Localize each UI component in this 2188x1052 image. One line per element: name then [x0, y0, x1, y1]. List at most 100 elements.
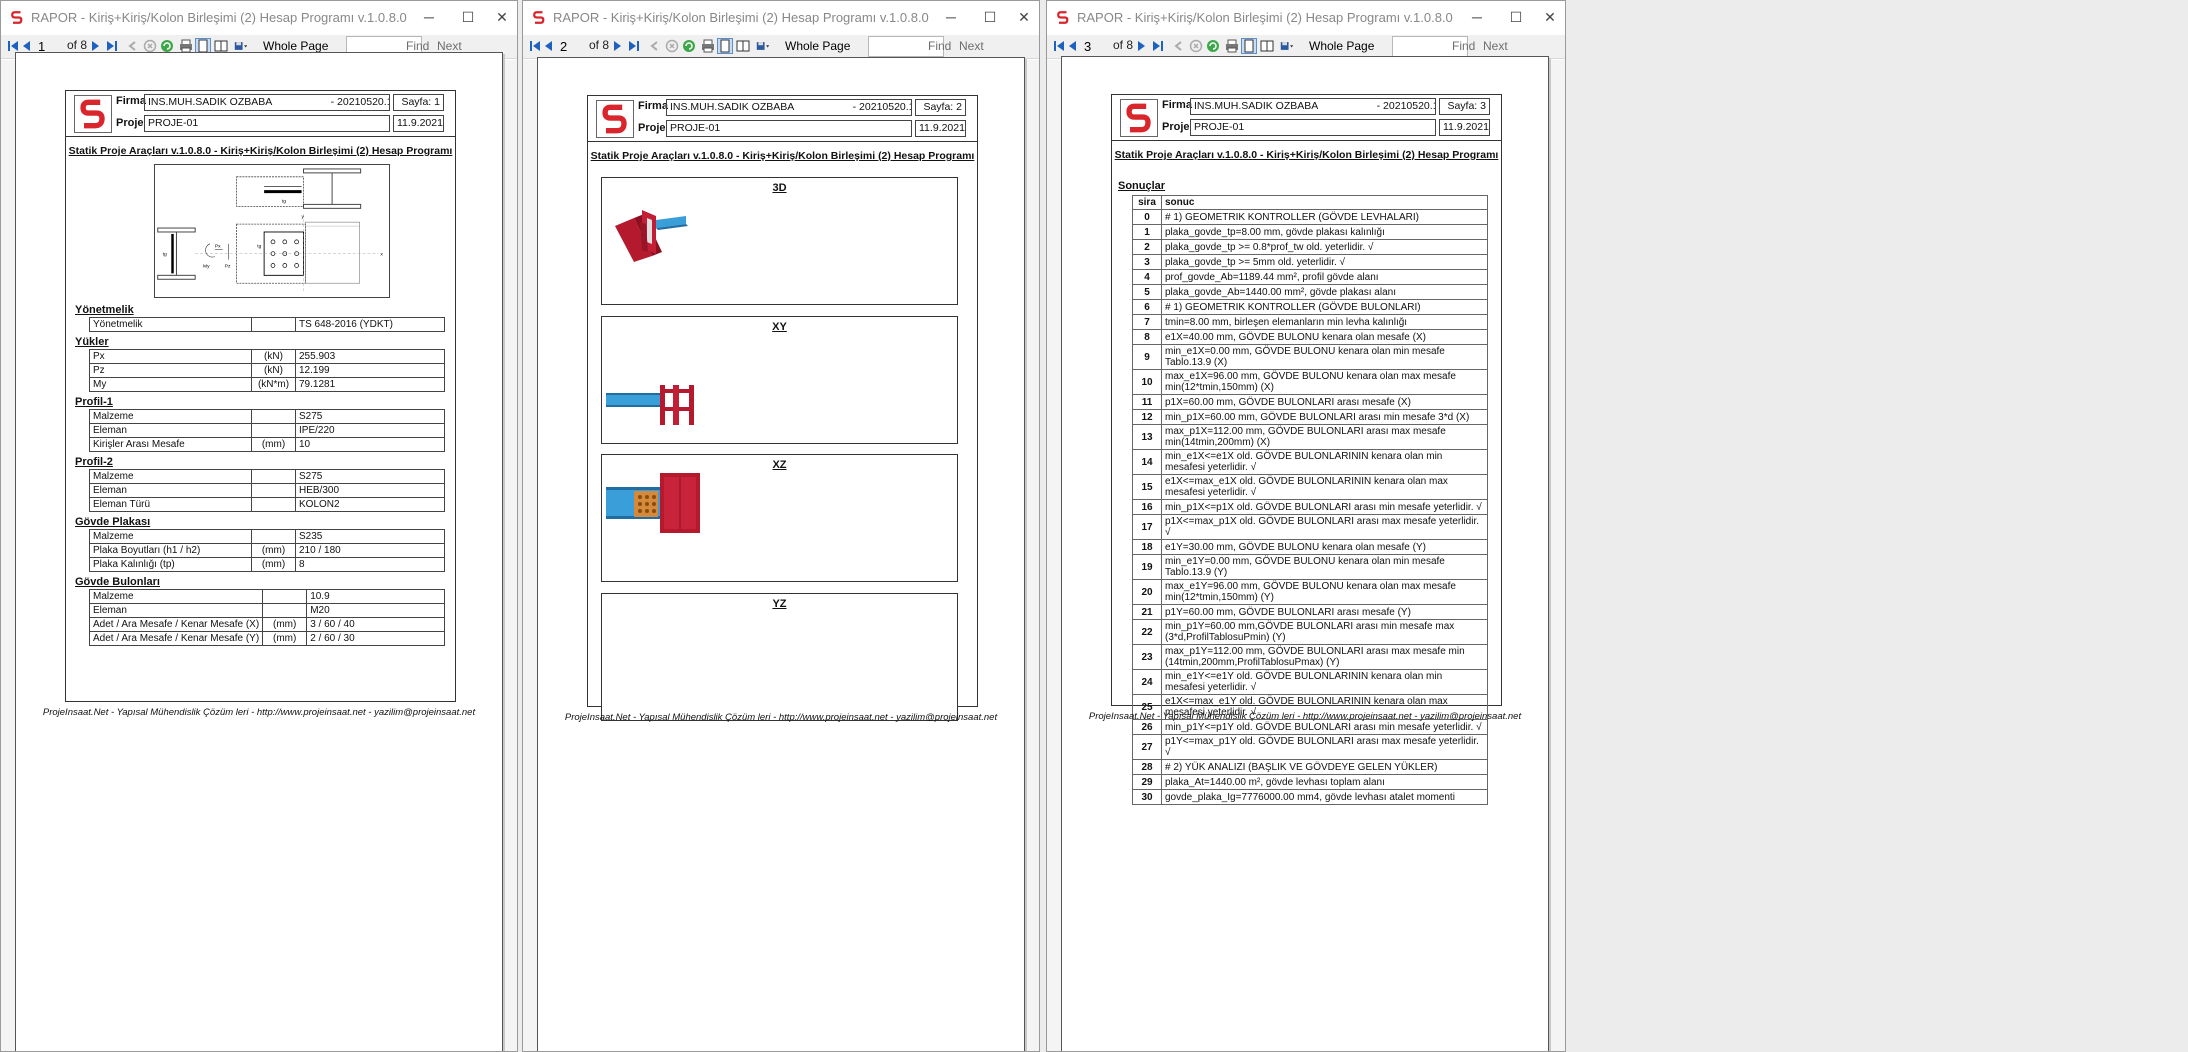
- stop-icon[interactable]: [664, 38, 680, 54]
- page-frame: Firma Proje INS.MUH.SADIK OZBABA - 20210…: [65, 90, 456, 702]
- report-header: Firma Proje INS.MUH.SADIK OZBABA - 20210…: [66, 91, 455, 137]
- report-page: Firma Proje INS.MUH.SADIK OZBABA - 20210…: [1061, 56, 1549, 1051]
- prev-page-icon[interactable]: [1065, 38, 1081, 54]
- back-icon[interactable]: [647, 38, 663, 54]
- diagram-tg-plate: tg: [257, 244, 261, 250]
- next-page-icon[interactable]: [609, 38, 625, 54]
- minimize-button[interactable]: ─: [1463, 5, 1491, 29]
- firma-value: INS.MUH.SADIK OZBABA - 20210520.111.2: [1190, 98, 1436, 115]
- report-viewport[interactable]: Firma Proje INS.MUH.SADIK OZBABA - 20210…: [523, 57, 1039, 1051]
- print-layout-icon[interactable]: [717, 38, 733, 54]
- page-setup-icon[interactable]: [735, 38, 751, 54]
- table-row: Malzeme S235: [89, 529, 445, 544]
- table-row: 4 prof_govde_Ab=1189.44 mm², profil gövde…: [1132, 269, 1488, 285]
- title-bar[interactable]: RAPOR - Kiriş+Kiriş/Kolon Birleşimi (2) …: [1, 1, 517, 35]
- find-next-button[interactable]: Next: [959, 39, 984, 53]
- find-next-button[interactable]: Next: [437, 39, 462, 53]
- table-row: 17 p1X<=max_p1X old. GÖVDE BULONLARI aras…: [1132, 514, 1488, 540]
- find-button[interactable]: Find: [928, 39, 951, 53]
- last-page-icon[interactable]: [626, 38, 642, 54]
- proje-label: Proje: [638, 122, 666, 134]
- view-yz: YZ: [601, 593, 958, 721]
- table-row: 29 plaka_At=1440.00 m², gövde levhası top…: [1132, 774, 1488, 790]
- minimize-button[interactable]: ─: [415, 5, 443, 29]
- close-button[interactable]: ✕: [488, 5, 516, 29]
- maximize-button[interactable]: ☐: [1502, 5, 1530, 29]
- table-row: Malzeme 10.9: [88, 589, 445, 604]
- back-icon[interactable]: [1171, 38, 1187, 54]
- param-table: Px (kN) 255.903 Pz (kN) 12.199 My (kN*m) 79.12…: [89, 349, 445, 392]
- table-row: Eleman M20: [88, 603, 445, 618]
- table-row: Eleman IPE/220: [89, 423, 445, 438]
- proje-label: Proje: [1162, 121, 1190, 133]
- table-row: 11 p1X=60.00 mm, GÖVDE BULONLARI arası me…: [1132, 394, 1488, 410]
- find-button[interactable]: Find: [1452, 39, 1475, 53]
- diagram-y-axis: y: [302, 215, 305, 220]
- table-row: 22 min_p1Y=60.00 mm,GÖVDE BULONLARI arası…: [1132, 619, 1488, 645]
- report-date: 11.9.2021: [1439, 119, 1490, 136]
- section-title: Yönetmelik: [75, 304, 134, 316]
- model-3d-drawing: [615, 210, 688, 262]
- page-setup-icon[interactable]: [1259, 38, 1275, 54]
- prev-page-icon[interactable]: [541, 38, 557, 54]
- diagram-tg-top: tg: [282, 198, 286, 204]
- table-row: Adet / Ara Mesafe / Kenar Mesafe (X) (mm)…: [88, 617, 445, 632]
- table-header-row: sira sonuc: [1132, 195, 1488, 210]
- company-logo-icon: [1120, 99, 1158, 137]
- sayfa-number: 1: [434, 96, 440, 108]
- title-bar[interactable]: RAPOR - Kiriş+Kiriş/Kolon Birleşimi (2) …: [1047, 1, 1565, 35]
- param-table: Malzeme 10.9 Eleman M20 Adet / Ara Mesafe …: [88, 589, 445, 646]
- connection-diagram: tg tg x y Px My Pz tg: [154, 164, 390, 298]
- table-row: 13 max_p1X=112.00 mm, GÖVDE BULONLARI ara…: [1132, 424, 1488, 450]
- export-icon[interactable]: [752, 38, 774, 54]
- refresh-icon[interactable]: [681, 38, 697, 54]
- title-bar[interactable]: RAPOR - Kiriş+Kiriş/Kolon Birleşimi (2) …: [523, 1, 1039, 35]
- section-title: Yükler: [75, 336, 109, 348]
- table-row: Px (kN) 255.903: [89, 349, 445, 364]
- table-row: Malzeme S275: [89, 409, 445, 424]
- diagram-px: Px: [215, 244, 221, 250]
- report-window-3: RAPOR - Kiriş+Kiriş/Kolon Birleşimi (2) …: [1046, 0, 1566, 1052]
- table-row: 19 min_e1Y=0.00 mm, GÖVDE BULONU kenara o…: [1132, 554, 1488, 580]
- app-logo-icon: [11, 11, 23, 24]
- maximize-button[interactable]: ☐: [976, 5, 1004, 29]
- sayfa-box: Sayfa: 3: [1439, 98, 1490, 115]
- table-row: 10 max_e1X=96.00 mm, GÖVDE BULONU kenara …: [1132, 369, 1488, 395]
- view-3d: 3D: [601, 177, 958, 305]
- table-row: 9 min_e1X=0.00 mm, GÖVDE BULONU kenara ol…: [1132, 344, 1488, 370]
- stop-icon[interactable]: [1188, 38, 1204, 54]
- close-button[interactable]: ✕: [1010, 5, 1038, 29]
- table-row: 0 # 1) GEOMETRIK KONTROLLER (GÖVDE LEVHAL…: [1132, 209, 1488, 225]
- table-row: 1 plaka_govde_tp=8.00 mm, gövde plakası k…: [1132, 224, 1488, 240]
- param-table: Yönetmelik TS 648-2016 (YDKT): [89, 317, 445, 332]
- section-title: Profil-2: [75, 456, 113, 468]
- window-title: RAPOR - Kiriş+Kiriş/Kolon Birleşimi (2) …: [31, 10, 407, 25]
- firma-label: Firma: [638, 100, 668, 112]
- table-row: 30 govde_plaka_Ig=7776000.00 mm4, gövde l…: [1132, 789, 1488, 805]
- close-button[interactable]: ✕: [1536, 5, 1564, 29]
- minimize-button[interactable]: ─: [937, 5, 965, 29]
- table-row: 21 p1Y=60.00 mm, GÖVDE BULONLARI arası me…: [1132, 604, 1488, 620]
- results-title: Sonuçlar: [1118, 180, 1166, 192]
- table-row: Pz (kN) 12.199: [89, 363, 445, 378]
- proje-value: PROJE-01: [666, 120, 912, 137]
- export-icon[interactable]: [1276, 38, 1298, 54]
- maximize-button[interactable]: ☐: [454, 5, 482, 29]
- table-row: Yönetmelik TS 648-2016 (YDKT): [89, 317, 445, 332]
- view-xy: XY: [601, 316, 958, 444]
- refresh-icon[interactable]: [1205, 38, 1221, 54]
- last-page-icon[interactable]: [1150, 38, 1166, 54]
- find-button[interactable]: Find: [406, 39, 429, 53]
- firma-value: INS.MUH.SADIK OZBABA - 20210520.111.2: [666, 99, 912, 116]
- next-page-icon[interactable]: [1133, 38, 1149, 54]
- param-table: Malzeme S235 Plaka Boyutları (h1 / h2) (mm…: [89, 529, 445, 572]
- program-title: Statik Proje Araçları v.1.0.8.0 - Kiriş+…: [68, 145, 453, 157]
- find-next-button[interactable]: Next: [1483, 39, 1508, 53]
- print-icon[interactable]: [1224, 38, 1240, 54]
- print-layout-icon[interactable]: [1241, 38, 1257, 54]
- page-footer: ProjeInsaat.Net - Yapısal Mühendislik Çö…: [564, 712, 998, 723]
- report-viewport[interactable]: Firma Proje INS.MUH.SADIK OZBABA - 20210…: [1, 52, 517, 1051]
- print-icon[interactable]: [700, 38, 716, 54]
- report-viewport[interactable]: Firma Proje INS.MUH.SADIK OZBABA - 20210…: [1047, 56, 1565, 1051]
- window-title: RAPOR - Kiriş+Kiriş/Kolon Birleşimi (2) …: [1077, 10, 1453, 25]
